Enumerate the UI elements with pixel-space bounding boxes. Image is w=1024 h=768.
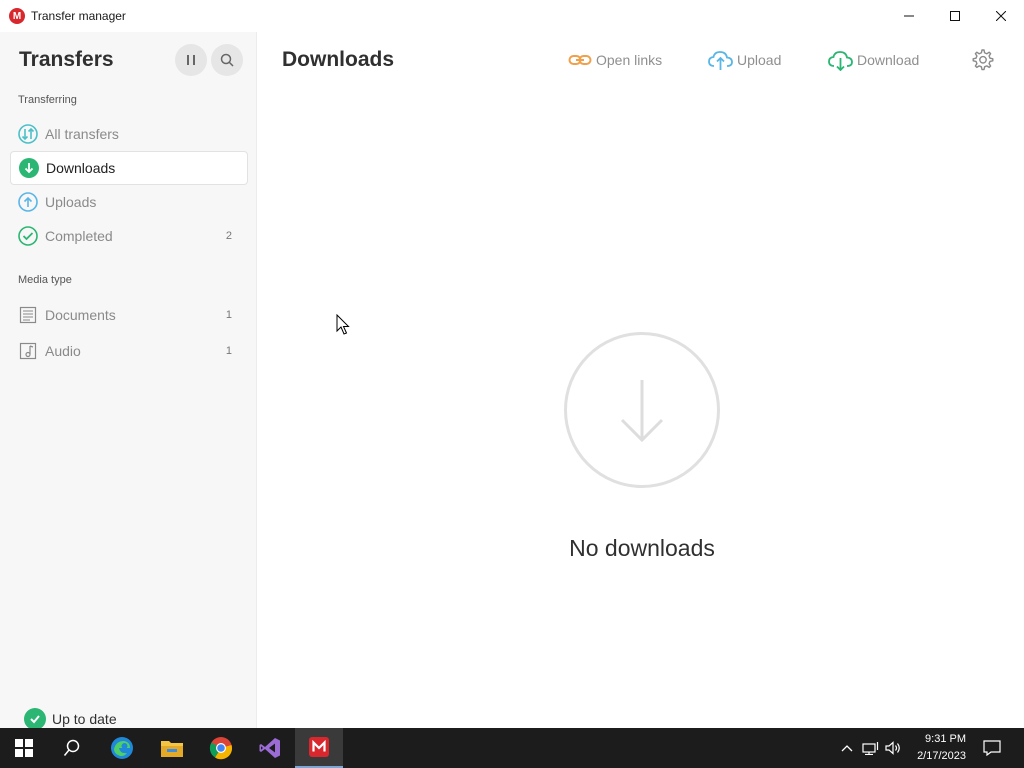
network-icon (862, 742, 879, 755)
taskbar-file-explorer[interactable] (148, 728, 196, 768)
audio-count: 1 (225, 345, 232, 357)
sidebar-item-label: Audio (45, 343, 81, 359)
speaker-icon (885, 741, 900, 755)
taskbar-edge[interactable] (98, 728, 146, 768)
maximize-button[interactable] (932, 0, 978, 32)
sidebar-item-label: Downloads (46, 160, 116, 176)
check-icon (24, 708, 46, 730)
sidebar-item-all-transfers[interactable]: All transfers (10, 117, 248, 151)
audio-icon (18, 341, 38, 361)
system-clock[interactable]: 9:31 PM 2/17/2023 (917, 731, 966, 765)
completed-count: 2 (225, 230, 232, 242)
clock-date: 2/17/2023 (917, 750, 966, 762)
visual-studio-icon (259, 738, 280, 758)
document-icon (18, 305, 38, 325)
sidebar-item-label: All transfers (45, 126, 119, 142)
pause-all-button[interactable] (175, 44, 207, 76)
sidebar-item-label: Completed (45, 228, 113, 244)
taskbar-chrome[interactable] (197, 728, 245, 768)
sidebar-item-label: Documents (45, 307, 116, 323)
update-status: Up to date (24, 708, 117, 730)
sidebar-item-audio[interactable]: Audio 1 (10, 334, 248, 368)
notifications-button[interactable] (978, 728, 1006, 768)
window-title: Transfer manager (31, 9, 126, 23)
download-label: Download (857, 52, 920, 68)
section-label-media-type: Media type (18, 274, 72, 286)
taskbar-mega[interactable] (295, 728, 343, 768)
close-button[interactable] (978, 0, 1024, 32)
close-icon (996, 11, 1006, 21)
main-panel: Downloads Open links Upload Download No … (258, 32, 1024, 728)
sidebar: Transfers Transferring All transfers Dow… (0, 32, 257, 730)
window-controls (886, 0, 1024, 32)
sidebar-item-downloads[interactable]: Downloads (10, 151, 248, 185)
open-links-button[interactable]: Open links (568, 48, 662, 72)
upload-button[interactable]: Upload (708, 48, 781, 72)
clock-time: 9:31 PM (925, 733, 966, 745)
empty-state-message: No downloads (569, 535, 715, 561)
maximize-icon (950, 11, 960, 21)
upload-label: Upload (737, 52, 782, 68)
open-links-label: Open links (596, 52, 663, 68)
mega-logo-icon (309, 737, 329, 757)
start-button[interactable] (0, 728, 48, 768)
cloud-download-icon (828, 51, 853, 71)
notification-icon (983, 740, 1001, 756)
minimize-icon (904, 15, 914, 17)
taskbar-search-button[interactable] (48, 728, 96, 768)
taskbar: 9:31 PM 2/17/2023 (0, 728, 1024, 768)
mega-logo-icon: M (9, 8, 25, 24)
sidebar-heading: Transfers (19, 48, 114, 71)
search-icon (220, 53, 234, 67)
download-button[interactable]: Download (828, 48, 919, 72)
gear-icon (972, 49, 994, 71)
sidebar-item-completed[interactable]: Completed 2 (10, 219, 248, 253)
chrome-icon (209, 737, 233, 760)
windows-logo-icon (15, 739, 33, 757)
all-transfers-icon (18, 124, 38, 144)
chevron-up-icon (841, 745, 853, 752)
folder-icon (161, 741, 183, 757)
show-hidden-icons-button[interactable] (838, 728, 856, 768)
pause-icon (187, 55, 195, 65)
check-circle-icon (18, 226, 38, 246)
sidebar-item-uploads[interactable]: Uploads (10, 185, 248, 219)
section-label-transferring: Transferring (18, 94, 77, 106)
cloud-upload-icon (708, 51, 733, 70)
search-icon (63, 739, 80, 756)
page-title: Downloads (282, 48, 395, 71)
settings-button[interactable] (970, 48, 998, 72)
status-text: Up to date (52, 711, 117, 727)
title-bar: M Transfer manager (0, 0, 1024, 32)
volume-button[interactable] (884, 728, 904, 768)
edge-browser-icon (111, 737, 133, 759)
search-button[interactable] (211, 44, 243, 76)
empty-downloads-illustration (564, 332, 720, 488)
sidebar-item-label: Uploads (45, 194, 97, 210)
link-icon (568, 55, 592, 65)
mouse-cursor-icon (336, 314, 350, 335)
taskbar-visual-studio[interactable] (246, 728, 294, 768)
download-circle-icon (19, 158, 39, 178)
upload-circle-icon (18, 192, 38, 212)
network-button[interactable] (861, 728, 881, 768)
minimize-button[interactable] (886, 0, 932, 32)
sidebar-item-documents[interactable]: Documents 1 (10, 298, 248, 332)
arrow-down-icon (620, 380, 664, 443)
documents-count: 1 (225, 309, 232, 321)
